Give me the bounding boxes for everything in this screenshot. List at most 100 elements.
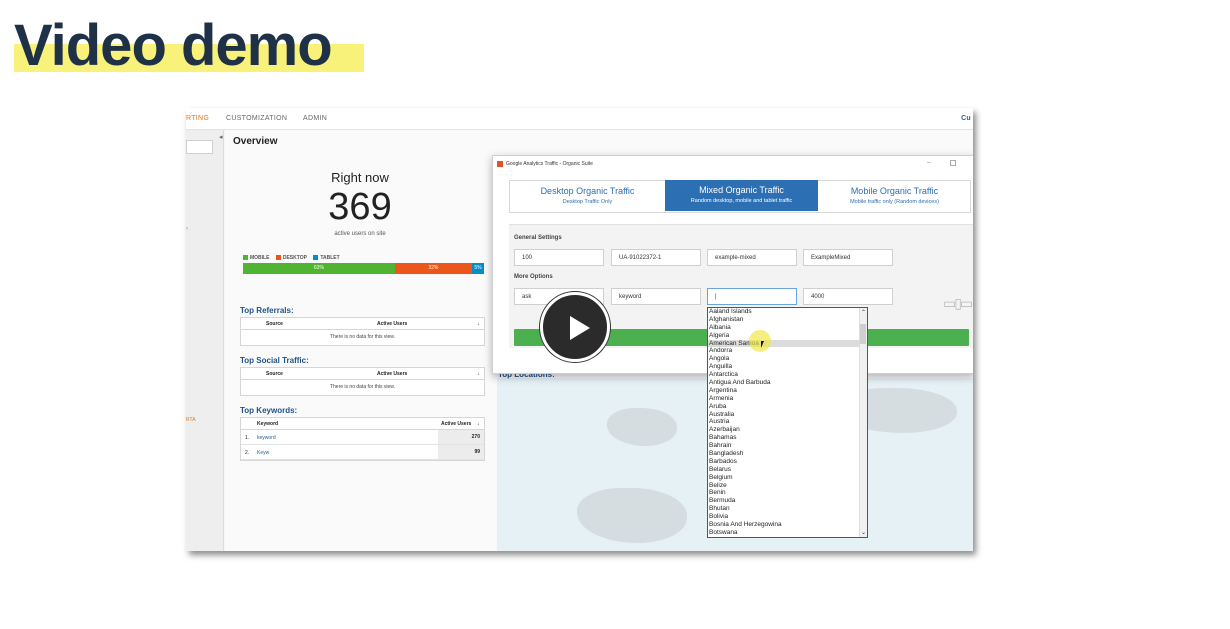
country-option[interactable]: Armenia bbox=[708, 395, 867, 403]
country-option[interactable]: Belize bbox=[708, 482, 867, 490]
ga-top-nav: RTING CUSTOMIZATION ADMIN Cu bbox=[186, 108, 973, 130]
top-social-title: Top Social Traffic: bbox=[240, 356, 309, 365]
country-option[interactable]: Antigua And Barbuda bbox=[708, 379, 867, 387]
tab-desktop-organic[interactable]: Desktop Organic Traffic Desktop Traffic … bbox=[510, 181, 665, 212]
visits-field[interactable]: 100 bbox=[514, 249, 604, 266]
nav-cut-off-link[interactable]: Cu bbox=[961, 115, 971, 122]
nav-reporting[interactable]: RTING bbox=[186, 115, 209, 122]
keyword-link[interactable]: Keyw bbox=[257, 450, 269, 456]
sort-icon[interactable]: ↓ bbox=[477, 421, 480, 427]
video-player[interactable]: RTING CUSTOMIZATION ADMIN Cu ◂ ‹ RTA Ove… bbox=[186, 108, 973, 551]
col-active-users[interactable]: Active Users bbox=[377, 321, 407, 327]
more-options-label: More Options bbox=[514, 274, 553, 280]
country-option[interactable]: Anguilla bbox=[708, 363, 867, 371]
duration-field[interactable]: 4000 bbox=[803, 288, 893, 305]
ga-sidebar: ◂ ‹ RTA bbox=[186, 130, 224, 551]
country-option[interactable]: Bahamas bbox=[708, 434, 867, 442]
nav-admin[interactable]: ADMIN bbox=[303, 115, 327, 122]
country-option[interactable]: Benin bbox=[708, 489, 867, 497]
collapse-icon[interactable]: ◂ bbox=[219, 133, 223, 141]
country-option[interactable]: Aruba bbox=[708, 403, 867, 411]
legend-swatch-tablet bbox=[313, 255, 319, 260]
top-referrals-title: Top Referrals: bbox=[240, 306, 294, 315]
scrollbar-thumb[interactable] bbox=[860, 324, 866, 344]
country-dropdown-list[interactable]: Aaland Islands Afghanistan Albania Algeria A… bbox=[707, 307, 868, 538]
maximize-icon[interactable] bbox=[950, 160, 956, 166]
country-options: Aaland Islands Afghanistan Albania Algeria A… bbox=[708, 308, 867, 537]
sidebar-search-input[interactable] bbox=[186, 140, 213, 154]
country-option[interactable]: Antarctica bbox=[708, 371, 867, 379]
legend-desktop: DESKTOP bbox=[275, 255, 307, 261]
bar-segment-desktop: 32% bbox=[394, 263, 472, 274]
device-legend: MOBILE DESKTOP TABLET bbox=[243, 255, 345, 261]
country-option[interactable]: Australia bbox=[708, 411, 867, 419]
country-option[interactable]: Andorra bbox=[708, 347, 867, 355]
table-header: Source Active Users ↓ bbox=[241, 318, 484, 330]
col-source[interactable]: Source bbox=[266, 371, 283, 377]
country-option[interactable]: Bosnia And Herzegowina bbox=[708, 521, 867, 529]
nav-customization[interactable]: CUSTOMIZATION bbox=[226, 115, 287, 122]
tab-mobile-organic[interactable]: Mobile Organic Traffic Mobile traffic on… bbox=[818, 181, 971, 212]
country-option[interactable]: Bhutan bbox=[708, 505, 867, 513]
active-users-count: 369 bbox=[328, 186, 392, 228]
country-option[interactable]: Bermuda bbox=[708, 497, 867, 505]
no-data-message: There is no data for this view. bbox=[329, 384, 396, 390]
right-now-title: Right now bbox=[331, 170, 389, 185]
top-social-table: Source Active Users ↓ There is no data f… bbox=[240, 367, 485, 396]
country-option[interactable]: Argentina bbox=[708, 387, 867, 395]
table-header: Source Active Users ↓ bbox=[241, 368, 484, 380]
map-landmass bbox=[607, 408, 677, 446]
table-row: 1. keyword 270 bbox=[241, 430, 484, 445]
sort-icon[interactable]: ↓ bbox=[477, 321, 480, 327]
page-title: Overview bbox=[233, 136, 278, 147]
country-option[interactable]: Algeria bbox=[708, 332, 867, 340]
country-option[interactable]: Belgium bbox=[708, 474, 867, 482]
country-option[interactable]: American Samoa bbox=[708, 339, 867, 348]
legend-label-desktop: DESKTOP bbox=[282, 255, 307, 261]
col-keyword[interactable]: Keyword bbox=[257, 421, 278, 427]
country-option[interactable]: Austria bbox=[708, 418, 867, 426]
keyword-users: 270 bbox=[438, 430, 484, 444]
country-option[interactable]: Bangladesh bbox=[708, 450, 867, 458]
legend-label-tablet: TABLET bbox=[320, 255, 340, 261]
site-slug-field[interactable]: example-mixed bbox=[707, 249, 797, 266]
slide: Video demo RTING CUSTOMIZATION ADMIN Cu … bbox=[0, 0, 1230, 629]
mouse-cursor-icon bbox=[761, 341, 764, 348]
tab-subtitle: Mobile traffic only (Random devices) bbox=[850, 199, 939, 205]
country-field[interactable]: | bbox=[707, 288, 797, 305]
active-users-caption: active users on site bbox=[334, 231, 386, 237]
col-active-users[interactable]: Active Users bbox=[441, 421, 471, 427]
map-landmass bbox=[577, 488, 687, 543]
dropdown-scrollbar[interactable]: ⌃ ⌄ bbox=[859, 308, 867, 537]
table-header: Keyword Active Users ↓ bbox=[241, 418, 484, 430]
general-settings-label: General Settings bbox=[514, 235, 562, 241]
country-option[interactable]: Belarus bbox=[708, 466, 867, 474]
row-number: 1. bbox=[245, 435, 250, 441]
play-button[interactable] bbox=[540, 292, 610, 362]
scroll-up-icon[interactable]: ⌃ bbox=[861, 309, 866, 316]
window-title: Google Analytics Traffic - Organic Suite bbox=[506, 161, 593, 167]
country-option[interactable]: Albania bbox=[708, 324, 867, 332]
sort-icon[interactable]: ↓ bbox=[477, 371, 480, 377]
keyword-field[interactable]: keyword bbox=[611, 288, 701, 305]
top-keywords-table: Keyword Active Users ↓ 1. keyword 270 2.… bbox=[240, 417, 485, 461]
tracking-id-field[interactable]: UA-91022372-1 bbox=[611, 249, 701, 266]
country-option[interactable]: Bolivia bbox=[708, 513, 867, 521]
window-titlebar: Google Analytics Traffic - Organic Suite… bbox=[493, 156, 973, 172]
minimize-icon[interactable]: – bbox=[927, 159, 931, 166]
col-source[interactable]: Source bbox=[266, 321, 283, 327]
legend-swatch-mobile bbox=[243, 255, 248, 260]
country-option[interactable]: Botswana bbox=[708, 529, 867, 537]
country-option[interactable]: Aaland Islands bbox=[708, 308, 867, 316]
campaign-name-field[interactable]: ExampleMixed bbox=[803, 249, 893, 266]
country-option[interactable]: Azerbaijan bbox=[708, 426, 867, 434]
country-option[interactable]: Afghanistan bbox=[708, 316, 867, 324]
tab-mixed-organic[interactable]: Mixed Organic Traffic Random desktop, mo… bbox=[665, 180, 818, 211]
country-option[interactable]: Bahrain bbox=[708, 442, 867, 450]
tab-subtitle: Desktop Traffic Only bbox=[562, 199, 613, 205]
scroll-down-icon[interactable]: ⌄ bbox=[861, 529, 866, 536]
country-option[interactable]: Angola bbox=[708, 355, 867, 363]
country-option[interactable]: Barbados bbox=[708, 458, 867, 466]
col-active-users[interactable]: Active Users bbox=[377, 371, 407, 377]
keyword-link[interactable]: keyword bbox=[257, 435, 276, 441]
